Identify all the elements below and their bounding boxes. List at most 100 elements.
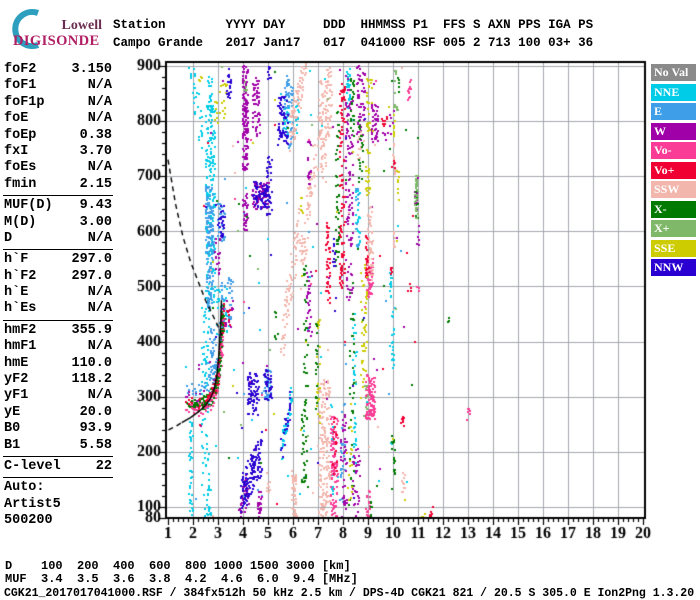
- param-separator: [3, 318, 113, 323]
- param-label: foE: [4, 111, 29, 127]
- param-value: N/A: [87, 94, 112, 110]
- param-value: 118.2: [71, 372, 112, 388]
- param-value: 355.9: [71, 322, 112, 338]
- param-row: hmF2 355.9: [4, 323, 112, 339]
- param-label: Auto:: [4, 480, 45, 496]
- header-block: Station YYYY DAY DDD HHMMSS P1 FFS S AXN…: [113, 16, 593, 52]
- param-row: D N/A: [4, 231, 112, 247]
- param-row: h`E N/A: [4, 285, 112, 301]
- param-row: fxI 3.70: [4, 144, 112, 160]
- velocity-direction-legend: No Val NNE E W Vo- Vo+ SSW X- X+ SSE NNW: [651, 64, 697, 279]
- param-value: 110.0: [71, 355, 112, 371]
- param-value: 9.43: [79, 198, 112, 214]
- param-label: h`F2: [4, 268, 37, 284]
- parameter-panel: foF2 3.150 foF1 N/A foF1p N/A foE N/A foEp 0.38 fx…: [3, 62, 113, 530]
- header-line1: Station YYYY DAY DDD HHMMSS P1 FFS S AXN…: [113, 18, 594, 32]
- param-label: hmF2: [4, 322, 37, 338]
- param-value: N/A: [87, 160, 112, 176]
- param-row: B0 93.9: [4, 421, 112, 437]
- param-row: B1 5.58: [4, 438, 112, 454]
- legend-item-nnw: NNW: [651, 259, 696, 276]
- param-value: 93.9: [79, 421, 112, 437]
- param-label: hmF1: [4, 339, 37, 355]
- param-row: Auto:: [4, 480, 112, 496]
- param-value: 2.15: [79, 176, 112, 192]
- param-separator: [3, 193, 113, 198]
- param-label: D: [4, 230, 13, 246]
- param-value: 3.70: [79, 143, 112, 159]
- param-row: foF1p N/A: [4, 95, 112, 111]
- param-label: foEs: [4, 160, 37, 176]
- param-separator: [3, 247, 113, 252]
- param-row: yF2 118.2: [4, 372, 112, 388]
- param-value: 0.38: [79, 127, 112, 143]
- param-row: C-level 22: [4, 459, 112, 475]
- param-row: MUF(D) 9.43: [4, 198, 112, 214]
- legend-item-x-: X-: [651, 200, 696, 218]
- param-label: foF1p: [4, 94, 45, 110]
- param-row: Artist5: [4, 497, 112, 513]
- param-row: foE N/A: [4, 111, 112, 127]
- param-label: foEp: [4, 127, 37, 143]
- param-value: N/A: [87, 339, 112, 355]
- param-row: yE 20.0: [4, 405, 112, 421]
- param-value: N/A: [87, 301, 112, 317]
- legend-item-vo-: Vo-: [651, 142, 696, 159]
- param-label: B1: [4, 437, 21, 453]
- param-row: yF1 N/A: [4, 388, 112, 404]
- param-value: 3.00: [79, 214, 112, 230]
- legend-item-nne: NNE: [651, 83, 696, 101]
- param-value: N/A: [87, 78, 112, 94]
- param-label: h`Es: [4, 301, 37, 317]
- param-row: foEs N/A: [4, 160, 112, 176]
- param-value: 22: [95, 458, 112, 474]
- param-value: 297.0: [71, 268, 112, 284]
- footer-status-line: CGK21_2017017041000.RSF / 384fx512h 50 k…: [4, 587, 695, 600]
- param-value: N/A: [87, 230, 112, 246]
- legend-item-ssw: SSW: [651, 181, 696, 198]
- param-label: yF2: [4, 372, 29, 388]
- param-label: 500200: [4, 513, 53, 529]
- param-value: 297.0: [71, 252, 112, 268]
- param-label: C-level: [4, 458, 61, 474]
- ionogram-viewer: Lowell DIGISONDE Station YYYY DAY DDD HH…: [0, 0, 700, 600]
- param-label: MUF(D): [4, 198, 53, 214]
- legend-item-no-val: No Val: [651, 64, 696, 81]
- param-label: M(D): [4, 214, 37, 230]
- param-row: h`F2 297.0: [4, 269, 112, 285]
- legend-item-e: E: [651, 103, 696, 120]
- param-label: Artist5: [4, 496, 61, 512]
- param-label: yF1: [4, 388, 29, 404]
- legend-item-w: W: [651, 122, 696, 140]
- param-row: fmin 2.15: [4, 177, 112, 193]
- param-value: N/A: [87, 111, 112, 127]
- param-label: foF1: [4, 78, 37, 94]
- param-row: hmF1 N/A: [4, 339, 112, 355]
- param-value: 20.0: [79, 404, 112, 420]
- param-value: 3.150: [71, 62, 112, 77]
- lowell-digisonde-logo: Lowell DIGISONDE: [4, 6, 112, 50]
- legend-item-x+: X+: [651, 220, 696, 237]
- param-row: foF1 N/A: [4, 78, 112, 94]
- param-label: fxI: [4, 143, 29, 159]
- legend-item-vo+: Vo+: [651, 161, 696, 179]
- param-value: N/A: [87, 388, 112, 404]
- param-row: M(D) 3.00: [4, 215, 112, 231]
- logo-text-digisonde: DIGISONDE: [13, 33, 100, 49]
- muf-row: MUF 3.4 3.5 3.6 3.8 4.2 4.6 6.0 9.4 [MHz…: [5, 571, 358, 586]
- param-value: N/A: [87, 285, 112, 301]
- param-label: fmin: [4, 176, 37, 192]
- param-label: yE: [4, 404, 21, 420]
- param-row: h`Es N/A: [4, 301, 112, 317]
- param-row: h`F 297.0: [4, 252, 112, 268]
- param-label: B0: [4, 421, 21, 437]
- dmuf-table: D 100 200 400 600 800 1000 1500 3000 [km…: [5, 560, 358, 585]
- param-label: hmE: [4, 355, 29, 371]
- param-value: 5.58: [79, 437, 112, 453]
- param-row: foF2 3.150: [4, 62, 112, 78]
- param-row: foEp 0.38: [4, 128, 112, 144]
- legend-item-sse: SSE: [651, 239, 696, 257]
- header-line2: Campo Grande 2017 Jan17 017 041000 RSF 0…: [113, 36, 594, 50]
- param-label: h`E: [4, 285, 29, 301]
- param-row: hmE 110.0: [4, 356, 112, 372]
